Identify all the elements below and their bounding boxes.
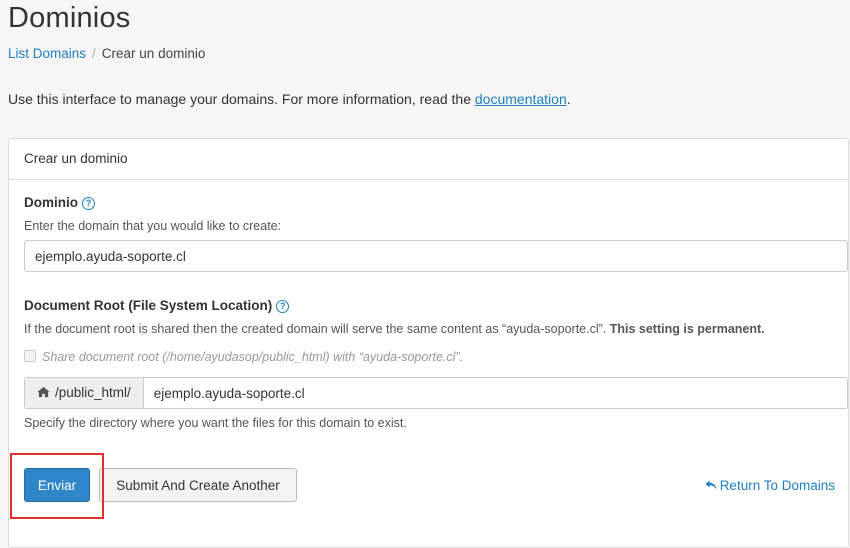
docroot-hint: If the document root is shared then the … xyxy=(24,322,765,336)
intro-text-body: Use this interface to manage your domain… xyxy=(8,91,475,107)
create-domain-panel: Crear un dominio Dominio? Enter the doma… xyxy=(8,138,849,548)
breadcrumb-separator: / xyxy=(92,46,96,61)
highlight-annotation xyxy=(10,453,104,519)
domain-input[interactable] xyxy=(24,240,848,272)
submit-and-create-another-button[interactable]: Submit And Create Another xyxy=(99,468,297,502)
docroot-label: Document Root (File System Location)? xyxy=(24,298,290,313)
docroot-prefix-text: /public_html/ xyxy=(55,385,131,400)
intro-text: Use this interface to manage your domain… xyxy=(8,91,571,107)
docroot-input[interactable] xyxy=(143,378,847,408)
domain-label-text: Dominio xyxy=(24,195,78,210)
documentation-link[interactable]: documentation xyxy=(475,91,567,107)
domain-help-icon[interactable]: ? xyxy=(82,197,95,210)
docroot-input-group: /public_html/ xyxy=(24,377,848,409)
domain-hint: Enter the domain that you would like to … xyxy=(24,219,282,233)
intro-text-end: . xyxy=(566,91,571,107)
docroot-hint-permanent: This setting is permanent. xyxy=(609,322,765,336)
reply-arrow-icon xyxy=(705,480,717,490)
panel-heading: Crear un dominio xyxy=(9,139,848,180)
share-docroot-row: Share document root (/home/ayudasop/publ… xyxy=(24,350,463,364)
docroot-label-text: Document Root (File System Location) xyxy=(24,298,273,313)
return-to-domains-text: Return To Domains xyxy=(719,478,835,493)
breadcrumb-list-domains-link[interactable]: List Domains xyxy=(8,46,86,61)
docroot-prefix: /public_html/ xyxy=(25,378,144,408)
share-docroot-label: Share document root (/home/ayudasop/publ… xyxy=(42,350,464,364)
return-to-domains-link[interactable]: Return To Domains xyxy=(705,478,835,493)
docroot-specify-hint: Specify the directory where you want the… xyxy=(24,416,407,430)
breadcrumb-current: Crear un dominio xyxy=(101,46,206,61)
share-docroot-checkbox[interactable] xyxy=(24,350,36,362)
page-title: Dominios xyxy=(8,2,131,34)
docroot-help-icon[interactable]: ? xyxy=(276,300,290,313)
docroot-hint-text: If the document root is shared then the … xyxy=(24,322,610,336)
domain-label: Dominio? xyxy=(24,195,95,210)
home-icon xyxy=(37,386,50,398)
breadcrumb: List Domains / Crear un dominio xyxy=(8,46,205,61)
